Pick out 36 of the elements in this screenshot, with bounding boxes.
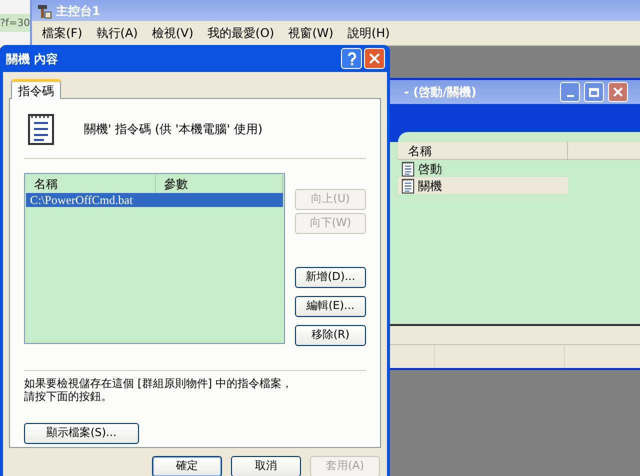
script-file-icon — [26, 112, 56, 146]
close-button[interactable] — [608, 82, 628, 102]
dialog-button[interactable]: 取消 — [231, 456, 301, 476]
menu-item[interactable]: 執行(A) — [96, 24, 138, 42]
list-item[interactable]: 啓動 — [398, 160, 568, 177]
instruction-text: 請按下面的按鈕。 — [24, 390, 113, 403]
column-header[interactable]: 名稱 — [398, 142, 568, 160]
dialog-title: 關機 內容 — [6, 50, 58, 68]
menu-item[interactable]: 檢視(V) — [152, 24, 194, 42]
side-button[interactable]: 移除(R) — [295, 325, 366, 346]
hammer-icon — [36, 2, 52, 18]
side-button[interactable]: 編輯(E)... — [295, 296, 366, 317]
side-button[interactable]: 新增(D)... — [295, 267, 366, 288]
tab[interactable]: 指令碼 — [11, 79, 61, 99]
close-button[interactable] — [364, 48, 385, 69]
minimize-button[interactable] — [560, 82, 580, 102]
close-icon — [369, 53, 380, 64]
help-button[interactable] — [341, 48, 362, 69]
menu-item[interactable]: 說明(H) — [347, 24, 390, 42]
question-icon — [346, 52, 356, 66]
script-file-icon — [400, 178, 416, 194]
menu-item[interactable]: 視窗(W) — [288, 24, 334, 42]
list-row[interactable]: C:\PowerOffCmd.bat — [26, 193, 283, 207]
script-heading: 關機' 指令碼 (供 '本機電腦' 使用) — [84, 120, 263, 138]
window-title: - (啓動/關機) — [404, 84, 477, 101]
instruction-text: 如果要檢視儲存在這個 [群組原則物件] 中的指令檔案， — [24, 377, 294, 390]
url-text: ?f=30 — [0, 16, 30, 30]
menu-item[interactable]: 檔案(F) — [42, 24, 82, 42]
show-files-button[interactable]: 顯示檔案(S)... — [24, 423, 139, 444]
dialog-button[interactable]: 確定 — [152, 456, 222, 476]
close-icon — [613, 87, 623, 97]
window-title: 主控台1 — [56, 2, 100, 20]
list-item[interactable]: 關機 — [398, 177, 568, 194]
script-file-icon — [400, 160, 416, 176]
maximize-button[interactable] — [584, 82, 604, 102]
menu-item[interactable]: 我的最愛(O) — [207, 24, 274, 42]
